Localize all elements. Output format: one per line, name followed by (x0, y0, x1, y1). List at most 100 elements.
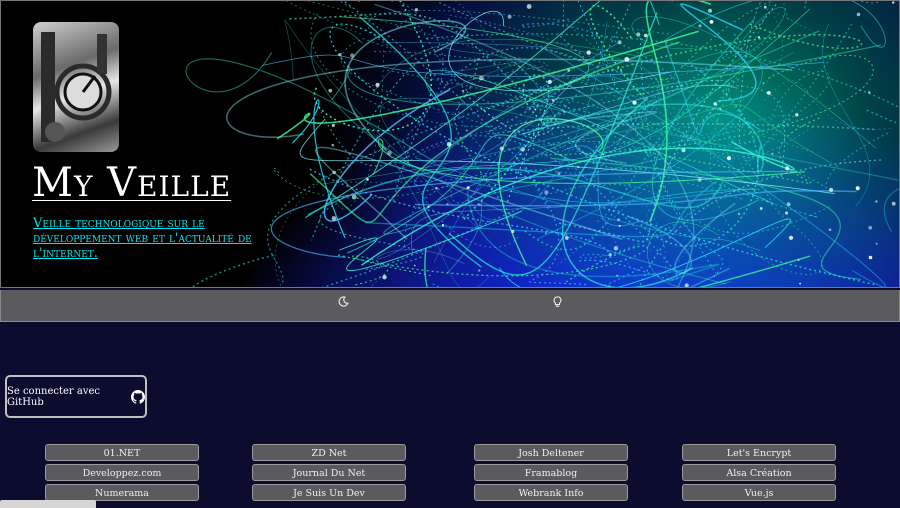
light-spark (466, 186, 470, 190)
link-numerama[interactable]: Numerama (45, 484, 199, 501)
github-icon (131, 389, 146, 404)
link-framablog[interactable]: Framablog (474, 464, 628, 481)
light-spark (382, 275, 387, 280)
light-thread (433, 52, 794, 263)
light-spark (684, 283, 689, 288)
site-logo (33, 22, 119, 152)
light-spark (520, 147, 526, 152)
light-spark (350, 53, 355, 58)
light-spark (331, 216, 337, 221)
light-spark (671, 0, 674, 2)
light-spark (766, 91, 771, 95)
github-login-button[interactable]: Se connecter avec GitHub (5, 375, 147, 418)
light-spark (829, 187, 834, 192)
light-thread (722, 71, 831, 155)
light-spark (759, 207, 763, 210)
light-spark (868, 91, 871, 94)
light-thread (639, 35, 724, 278)
light-spark (697, 177, 702, 182)
light-spark (828, 228, 832, 231)
light-thread (291, 99, 346, 239)
light-spark (602, 153, 605, 156)
light-spark (577, 166, 580, 168)
site-tagline[interactable]: Veille technologique sur le développemen… (33, 216, 253, 261)
light-spark (708, 8, 712, 13)
light-spark (387, 150, 392, 156)
light-spark (868, 255, 873, 260)
light-spark (413, 264, 416, 267)
link-je-suis-un-dev[interactable]: Je Suis Un Dev (252, 484, 406, 501)
link-lets-encrypt[interactable]: Let's Encrypt (682, 444, 836, 461)
github-login-label: Se connecter avec GitHub (7, 385, 100, 408)
light-spark (620, 68, 622, 71)
light-spark (868, 225, 872, 230)
light-thread (365, 180, 717, 238)
light-spark (757, 36, 761, 39)
light-spark (534, 108, 537, 111)
light-spark (855, 186, 860, 191)
light-spark (351, 194, 357, 200)
light-spark (698, 24, 702, 28)
light-spark (551, 99, 555, 102)
light-spark (617, 218, 620, 221)
light-spark (875, 200, 878, 203)
light-spark (636, 32, 641, 37)
link-zdnet[interactable]: ZD Net (252, 444, 406, 461)
light-spark (435, 186, 438, 190)
light-spark (737, 212, 741, 216)
moon-icon[interactable] (335, 296, 351, 312)
light-spark (375, 82, 380, 87)
link-01net[interactable]: 01.NET (45, 444, 199, 461)
link-developpez[interactable]: Developpez.com (45, 464, 199, 481)
light-thread (394, 160, 761, 204)
light-spark (785, 166, 790, 171)
light-spark (785, 211, 789, 215)
light-spark (613, 246, 619, 251)
light-thread (645, 0, 712, 223)
light-spark (616, 274, 619, 277)
light-spark (446, 203, 449, 206)
light-thread (323, 89, 451, 222)
light-thread (822, 23, 870, 207)
light-spark (763, 5, 767, 9)
light-spark (799, 282, 801, 285)
light-spark (719, 107, 722, 110)
light-spark (762, 82, 765, 84)
light-spark (891, 201, 896, 206)
light-thread (433, 112, 737, 173)
light-spark (514, 134, 517, 137)
link-alsa-creation[interactable]: Alsa Création (682, 464, 836, 481)
light-spark (892, 1, 895, 4)
light-spark (567, 69, 571, 72)
light-spark (786, 202, 791, 207)
light-spark (526, 4, 532, 9)
light-thread (344, 20, 467, 152)
lightbulb-icon[interactable] (549, 296, 565, 312)
light-spark (795, 113, 799, 117)
light-spark (331, 143, 335, 147)
link-webrank-info[interactable]: Webrank Info (474, 484, 628, 501)
light-spark (624, 57, 630, 62)
light-spark (465, 129, 468, 132)
link-josh-deltener[interactable]: Josh Deltener (474, 444, 628, 461)
light-spark (332, 170, 336, 175)
light-spark (557, 172, 561, 176)
light-spark (726, 156, 732, 161)
light-spark (875, 242, 878, 245)
scroll-tab[interactable] (0, 500, 96, 508)
light-spark (478, 269, 481, 272)
link-vuejs[interactable]: Vue.js (682, 484, 836, 501)
light-thread (636, 63, 759, 247)
light-thread (663, 40, 764, 136)
light-spark (547, 79, 552, 84)
light-spark (771, 152, 774, 155)
light-spark (328, 88, 333, 93)
link-journal-du-net[interactable]: Journal Du Net (252, 464, 406, 481)
light-spark (338, 52, 342, 57)
light-spark (427, 205, 430, 208)
light-spark (713, 102, 717, 106)
light-spark (618, 224, 621, 227)
light-spark (331, 123, 335, 128)
site-title[interactable]: My Veille (32, 160, 231, 206)
light-spark (608, 253, 612, 257)
